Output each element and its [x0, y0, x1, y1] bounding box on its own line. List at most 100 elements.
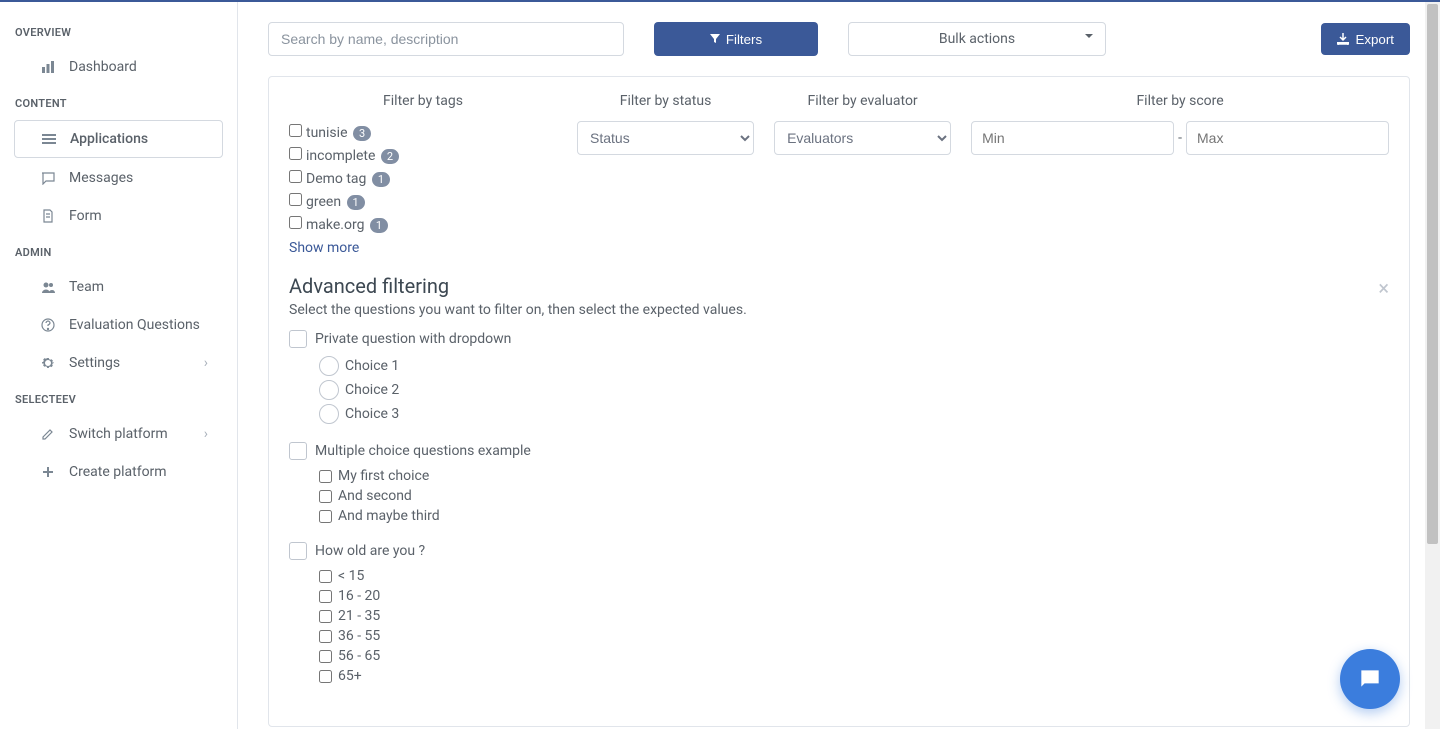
option-checkbox[interactable] [319, 470, 332, 483]
show-more-link[interactable]: Show more [289, 240, 359, 256]
tag-label: green [306, 194, 345, 210]
tag-filter-item[interactable]: Demo tag 1 [289, 167, 557, 190]
advanced-subtitle: Select the questions you want to filter … [289, 302, 1389, 318]
tag-label: tunisie [306, 125, 351, 141]
sidebar-item-create[interactable]: Create platform [14, 454, 223, 490]
list-icon [42, 132, 60, 146]
question-label: Multiple choice questions example [315, 443, 531, 459]
tag-checkbox[interactable] [289, 170, 302, 183]
filter-tags-header: Filter by tags [289, 93, 557, 109]
sidebar-section-header: ADMIN [0, 236, 237, 267]
scrollbar-thumb[interactable] [1427, 4, 1438, 544]
option-checkbox[interactable] [319, 590, 332, 603]
sidebar-item-label: Create platform [69, 464, 167, 480]
chevron-right-icon: › [204, 426, 208, 442]
tag-label: make.org [306, 217, 368, 233]
option-label: And second [338, 488, 412, 504]
download-icon [1337, 33, 1349, 45]
option-label: Choice 2 [345, 382, 399, 398]
radio-input[interactable] [319, 380, 339, 400]
bulk-label: Bulk actions [939, 31, 1015, 47]
filter-status-header: Filter by status [577, 93, 754, 109]
advanced-filtering: × Advanced filtering Select the question… [289, 274, 1389, 686]
filters-label: Filters [726, 32, 762, 47]
option-checkbox[interactable] [319, 570, 332, 583]
chat-button[interactable] [1340, 649, 1400, 709]
question-option[interactable]: Choice 3 [319, 402, 1389, 426]
question-option[interactable]: 36 - 55 [319, 626, 1389, 646]
tag-checkbox[interactable] [289, 216, 302, 229]
question-option[interactable]: < 15 [319, 566, 1389, 586]
tag-checkbox[interactable] [289, 147, 302, 160]
option-checkbox[interactable] [319, 610, 332, 623]
radio-input[interactable] [319, 356, 339, 376]
file-icon [41, 209, 59, 223]
tag-filter-item[interactable]: make.org 1 [289, 213, 557, 236]
tag-checkbox[interactable] [289, 124, 302, 137]
filter-panel: Filter by tags tunisie 3incomplete 2Demo… [268, 76, 1410, 727]
question-enable-checkbox[interactable] [289, 330, 307, 348]
score-separator: - [1178, 130, 1182, 146]
question-option[interactable]: My first choice [319, 466, 1389, 486]
question-label: How old are you ? [315, 543, 425, 559]
question-option[interactable]: 56 - 65 [319, 646, 1389, 666]
gear-icon [41, 356, 59, 370]
score-max-input[interactable] [1186, 121, 1389, 155]
option-checkbox[interactable] [319, 510, 332, 523]
bulk-actions-dropdown[interactable]: Bulk actions [848, 22, 1106, 56]
question-enable-checkbox[interactable] [289, 442, 307, 460]
option-label: < 15 [338, 568, 364, 584]
sidebar: OVERVIEWDashboardCONTENTApplicationsMess… [0, 2, 238, 729]
tag-count-badge: 3 [353, 126, 371, 141]
tag-filter-item[interactable]: incomplete 2 [289, 144, 557, 167]
question-option[interactable]: 65+ [319, 666, 1389, 686]
tag-label: incomplete [306, 148, 379, 164]
radio-input[interactable] [319, 404, 339, 424]
tag-count-badge: 2 [381, 149, 399, 164]
score-min-input[interactable] [971, 121, 1174, 155]
tag-filter-item[interactable]: green 1 [289, 190, 557, 213]
status-select[interactable]: Status [577, 121, 754, 155]
sidebar-item-evaluation[interactable]: Evaluation Questions [14, 307, 223, 343]
question-label: Private question with dropdown [315, 331, 511, 347]
option-checkbox[interactable] [319, 490, 332, 503]
search-input[interactable] [268, 22, 624, 56]
export-button[interactable]: Export [1321, 23, 1410, 55]
option-checkbox[interactable] [319, 650, 332, 663]
sidebar-item-messages[interactable]: Messages [14, 160, 223, 196]
option-checkbox[interactable] [319, 670, 332, 683]
sidebar-item-label: Messages [69, 170, 133, 186]
question-option[interactable]: Choice 2 [319, 378, 1389, 402]
plus-icon [41, 465, 59, 479]
chat-icon [1357, 666, 1383, 692]
question-option[interactable]: And maybe third [319, 506, 1389, 526]
export-label: Export [1355, 32, 1394, 47]
question-block: Multiple choice questions example My firs… [289, 442, 1389, 526]
tag-count-badge: 1 [347, 195, 365, 210]
question-enable-checkbox[interactable] [289, 542, 307, 560]
option-label: And maybe third [338, 508, 440, 524]
question-option[interactable]: 21 - 35 [319, 606, 1389, 626]
scrollbar[interactable] [1425, 2, 1440, 729]
sidebar-item-settings[interactable]: Settings› [14, 345, 223, 381]
tag-filter-item[interactable]: tunisie 3 [289, 121, 557, 144]
tag-checkbox[interactable] [289, 193, 302, 206]
close-icon[interactable]: × [1378, 276, 1389, 300]
sidebar-item-switch[interactable]: Switch platform› [14, 416, 223, 452]
filters-button[interactable]: Filters [654, 22, 818, 56]
sidebar-item-applications[interactable]: Applications [14, 120, 223, 158]
question-option[interactable]: 16 - 20 [319, 586, 1389, 606]
evaluator-select[interactable]: Evaluators [774, 121, 951, 155]
users-icon [41, 280, 59, 294]
option-checkbox[interactable] [319, 630, 332, 643]
question-option[interactable]: Choice 1 [319, 354, 1389, 378]
main-content: Filters Bulk actions Export Filter by ta… [238, 2, 1440, 729]
sidebar-item-label: Team [69, 279, 104, 295]
filter-evaluator-col: Filter by evaluator Evaluators [774, 93, 951, 256]
sidebar-item-dashboard[interactable]: Dashboard [14, 49, 223, 85]
sidebar-item-form[interactable]: Form [14, 198, 223, 234]
question-option[interactable]: And second [319, 486, 1389, 506]
option-label: 36 - 55 [338, 628, 380, 644]
sidebar-item-team[interactable]: Team [14, 269, 223, 305]
chevron-right-icon: › [204, 355, 208, 371]
